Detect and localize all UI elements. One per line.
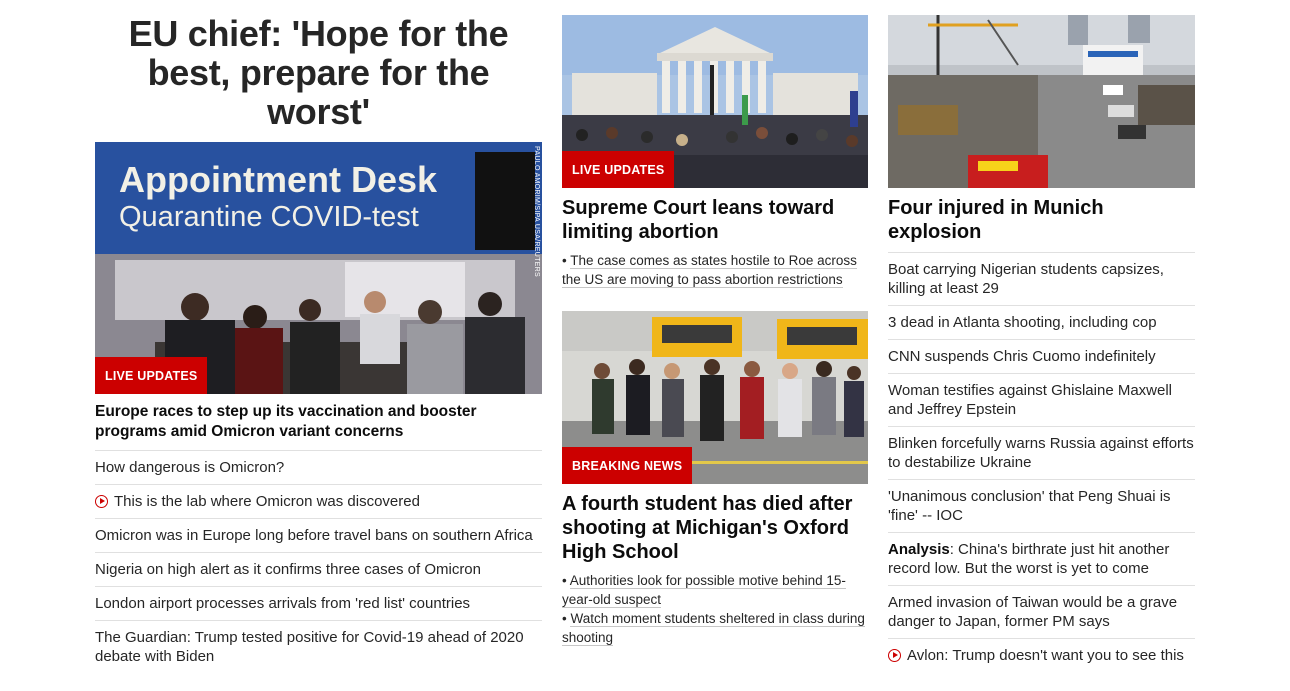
- munich-image[interactable]: [888, 15, 1195, 188]
- list-item[interactable]: Blinken forcefully warns Russia against …: [888, 426, 1195, 479]
- photo-credit: PAULO AMORIM/SIPA USA/REUTERS: [533, 146, 540, 277]
- sign-line2: Quarantine COVID-test: [119, 201, 419, 233]
- live-updates-badge[interactable]: LIVE UPDATES: [562, 151, 675, 188]
- lead-image[interactable]: Appointment Desk Quarantine COVID-test P…: [95, 142, 542, 394]
- live-updates-badge[interactable]: LIVE UPDATES: [95, 357, 208, 394]
- bullet-link[interactable]: Authorities look for possible motive beh…: [562, 571, 868, 609]
- list-item[interactable]: Woman testifies against Ghislaine Maxwel…: [888, 373, 1195, 426]
- list-item[interactable]: The Guardian: Trump tested positive for …: [95, 620, 542, 673]
- list-item[interactable]: Armed invasion of Taiwan would be a grav…: [888, 585, 1195, 638]
- bullet-link[interactable]: Watch moment students sheltered in class…: [562, 609, 868, 647]
- list-item[interactable]: Boat carrying Nigerian students capsizes…: [888, 252, 1195, 305]
- list-item[interactable]: How dangerous is Omicron?: [95, 450, 542, 484]
- list-item[interactable]: 'Unanimous conclusion' that Peng Shuai i…: [888, 479, 1195, 532]
- lead-story-title[interactable]: Europe races to step up its vaccination …: [95, 394, 542, 450]
- lead-related-list: How dangerous is Omicron? This is the la…: [95, 450, 542, 673]
- munich-explosion-photo: [888, 15, 1195, 188]
- right-headlines-list: Boat carrying Nigerian students capsizes…: [888, 252, 1195, 672]
- oxford-school-title[interactable]: A fourth student has died after shooting…: [562, 484, 868, 571]
- right-column: Four injured in Munich explosion Boat ca…: [888, 0, 1195, 672]
- oxford-school-bullets: Authorities look for possible motive beh…: [562, 571, 868, 647]
- list-item[interactable]: Nigeria on high alert as it confirms thr…: [95, 552, 542, 586]
- middle-column: LIVE UPDATES Supreme Court leans toward …: [562, 0, 868, 647]
- sign-line1: Appointment Desk: [119, 159, 438, 200]
- bullet-link[interactable]: The case comes as states hostile to Roe …: [562, 251, 868, 289]
- list-item[interactable]: CNN suspends Chris Cuomo indefinitely: [888, 339, 1195, 373]
- list-item[interactable]: London airport processes arrivals from '…: [95, 586, 542, 620]
- munich-title[interactable]: Four injured in Munich explosion: [888, 188, 1195, 252]
- list-item[interactable]: 3 dead in Atlanta shooting, including co…: [888, 305, 1195, 339]
- lead-headline[interactable]: EU chief: 'Hope for the best, prepare fo…: [95, 0, 542, 142]
- list-item[interactable]: Omicron was in Europe long before travel…: [95, 518, 542, 552]
- list-item[interactable]: Avlon: Trump doesn't want you to see thi…: [888, 638, 1195, 672]
- oxford-school-image[interactable]: BREAKING NEWS: [562, 311, 868, 484]
- supreme-court-image[interactable]: LIVE UPDATES: [562, 15, 868, 188]
- list-item[interactable]: This is the lab where Omicron was discov…: [95, 484, 542, 518]
- breaking-news-badge[interactable]: BREAKING NEWS: [562, 447, 693, 484]
- supreme-court-title[interactable]: Supreme Court leans toward limiting abor…: [562, 188, 868, 251]
- supreme-court-bullets: The case comes as states hostile to Roe …: [562, 251, 868, 289]
- play-video-icon: [95, 495, 108, 508]
- list-item[interactable]: Analysis: China's birthrate just hit ano…: [888, 532, 1195, 585]
- play-video-icon: [888, 649, 901, 662]
- lead-column: EU chief: 'Hope for the best, prepare fo…: [95, 0, 542, 673]
- analysis-label: Analysis: [888, 541, 950, 558]
